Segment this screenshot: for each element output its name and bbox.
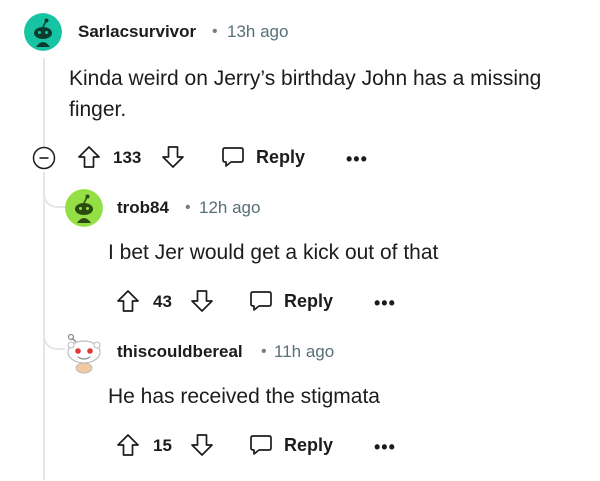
username[interactable]: Sarlacsurvivor <box>78 22 196 42</box>
score: 133 <box>113 148 142 167</box>
avatar[interactable] <box>62 330 106 374</box>
avatar[interactable] <box>24 13 62 51</box>
more-options-icon[interactable]: ••• <box>374 294 396 312</box>
snoo-avatar-green <box>24 13 62 51</box>
thread-elbow-reply-1 <box>43 180 65 208</box>
snoo-avatar-lightgreen <box>65 189 103 227</box>
score: 15 <box>153 436 172 455</box>
thread-line-root[interactable] <box>43 58 45 156</box>
meta-separator: • <box>212 23 218 40</box>
username[interactable]: thiscouldbereal <box>117 342 243 362</box>
comment-body: I bet Jer would get a kick out of that <box>108 241 439 264</box>
meta-separator: • <box>185 199 191 216</box>
score: 43 <box>153 292 172 311</box>
upvote-arrow-icon[interactable] <box>115 288 141 319</box>
more-options-icon[interactable]: ••• <box>374 438 396 456</box>
speech-bubble-icon <box>248 432 274 463</box>
timestamp: 13h ago <box>227 22 289 41</box>
upvote-arrow-icon[interactable] <box>76 144 102 175</box>
more-options-icon[interactable]: ••• <box>346 150 368 168</box>
downvote-arrow-icon[interactable] <box>189 288 215 319</box>
username[interactable]: trob84 <box>117 198 169 218</box>
timestamp: 11h ago <box>274 342 335 361</box>
meta-separator: • <box>261 343 267 360</box>
comment-body: Kinda weird on Jerry’s birthday John has… <box>69 67 542 121</box>
speech-bubble-icon <box>220 144 246 175</box>
avatar[interactable] <box>65 189 103 227</box>
downvote-arrow-icon[interactable] <box>160 144 186 175</box>
downvote-arrow-icon[interactable] <box>189 432 215 463</box>
reply-label: Reply <box>256 147 306 167</box>
reply-label: Reply <box>284 291 334 311</box>
timestamp: 12h ago <box>199 198 261 217</box>
speech-bubble-icon <box>248 288 274 319</box>
upvote-arrow-icon[interactable] <box>115 432 141 463</box>
snoo-avatar-custom <box>67 333 101 374</box>
reply-label: Reply <box>284 435 334 455</box>
collapse-minus-icon[interactable] <box>32 146 56 175</box>
comment-body: He has received the stigmata <box>108 385 380 408</box>
